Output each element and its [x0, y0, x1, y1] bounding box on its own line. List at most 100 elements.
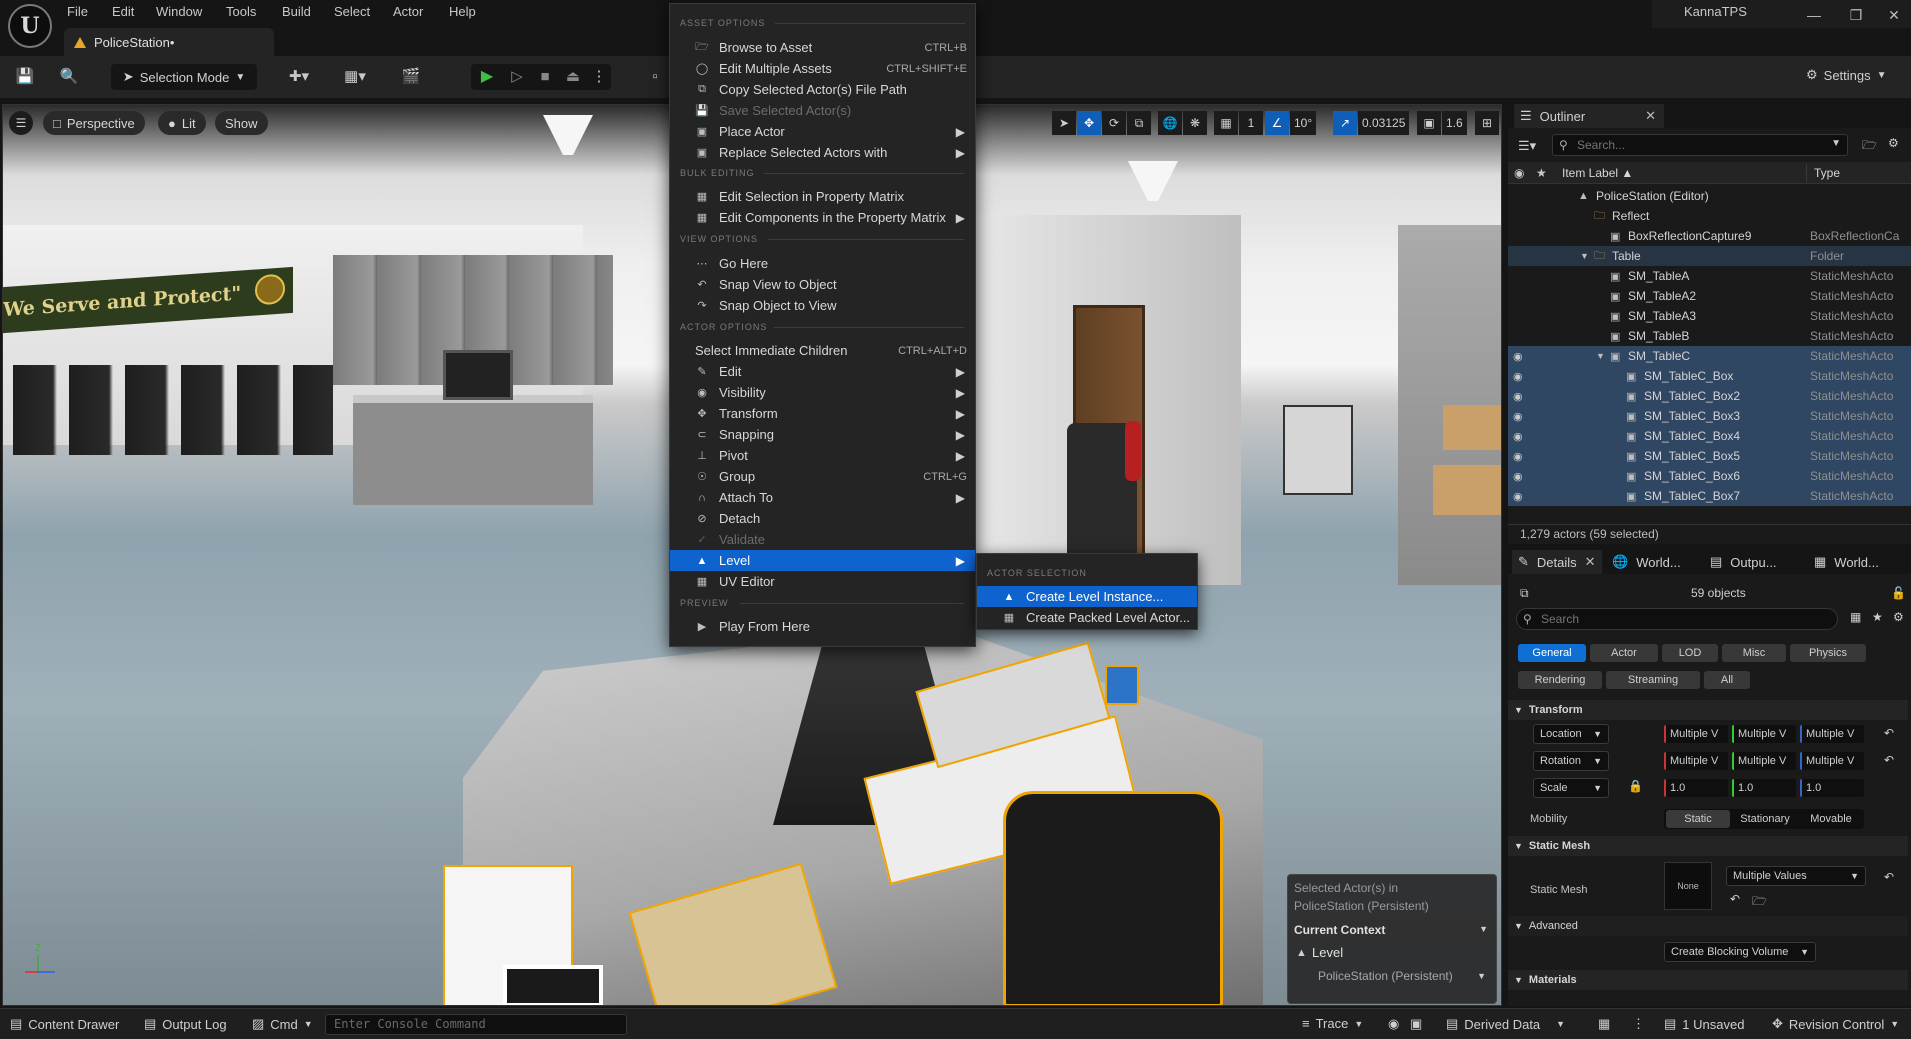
eye-icon[interactable]: ◉	[1513, 410, 1523, 423]
save-icon[interactable]: 💾	[14, 67, 36, 87]
rotation-dropdown[interactable]: Rotation ▼	[1533, 751, 1609, 771]
level-tab[interactable]: PoliceStation•	[64, 28, 274, 56]
replace-actors-item[interactable]: ▣ Replace Selected Actors with ▶	[670, 142, 975, 163]
mobility-stationary[interactable]: Stationary	[1732, 810, 1798, 828]
detach-item[interactable]: ⊘ Detach	[670, 508, 975, 529]
source-control-icon[interactable]: ▦	[1598, 1016, 1610, 1032]
eye-icon[interactable]: ◉	[1513, 370, 1523, 383]
location-dropdown[interactable]: Location ▼	[1533, 724, 1609, 744]
content-drawer-button[interactable]: ▤ Content Drawer	[10, 1016, 119, 1032]
outliner-row[interactable]: ◉ ▼ ▣ SM_TableC StaticMeshActo	[1508, 346, 1911, 366]
tab-outliner[interactable]: ☰ Outliner ✕	[1514, 104, 1664, 128]
expand-arrow-icon[interactable]: ▼	[1596, 351, 1605, 361]
current-level-dropdown[interactable]: PoliceStation (Persistent)	[1318, 969, 1453, 983]
transform-submenu-item[interactable]: ✥ Transform ▶	[670, 403, 975, 424]
static-mesh-thumbnail[interactable]: None	[1664, 862, 1712, 910]
category-misc[interactable]: Misc	[1722, 644, 1786, 662]
property-matrix-icon[interactable]: ▦	[1850, 610, 1861, 624]
category-lod[interactable]: LOD	[1662, 644, 1718, 662]
unreal-logo-icon[interactable]: U	[8, 4, 52, 48]
play-from-here-item[interactable]: ▶ Play From Here	[670, 616, 975, 637]
outliner-row[interactable]: ◉ ▣ SM_TableC_Box2 StaticMeshActo	[1508, 386, 1911, 406]
reset-icon[interactable]: ↶	[1884, 726, 1894, 740]
close-icon[interactable]: ✕	[1645, 108, 1656, 124]
add-actor-icon[interactable]: ✚▾	[288, 67, 310, 87]
outliner-search-field[interactable]: ⚲ ▼	[1552, 134, 1848, 156]
location-y[interactable]: Multiple V	[1732, 725, 1796, 743]
eye-icon[interactable]: ◉	[1513, 350, 1523, 363]
outliner-search-input[interactable]	[1577, 137, 1817, 153]
menu-actor[interactable]: Actor	[393, 4, 423, 19]
outliner-row[interactable]: ◉ ▣ SM_TableC_Box6 StaticMeshActo	[1508, 466, 1911, 486]
category-actor[interactable]: Actor	[1590, 644, 1658, 662]
outliner-row[interactable]: ▣ SM_TableA2 StaticMeshActo	[1508, 286, 1911, 306]
scale-z[interactable]: 1.0	[1800, 779, 1864, 797]
rotation-snap-value[interactable]: 10°	[1290, 111, 1317, 135]
outliner-row[interactable]: ◉ ▣ SM_TableC_Box5 StaticMeshActo	[1508, 446, 1911, 466]
outliner-row[interactable]: 🗀 Reflect	[1508, 206, 1911, 226]
minimize-icon[interactable]: —	[1796, 2, 1832, 28]
eye-icon[interactable]: ◉	[1513, 470, 1523, 483]
static-mesh-section-header[interactable]: ▼ Static Mesh	[1514, 840, 1590, 852]
translate-icon[interactable]: ✥	[1077, 111, 1101, 135]
use-selected-icon[interactable]: ↶	[1730, 892, 1740, 906]
menu-select[interactable]: Select	[334, 4, 370, 19]
reset-icon[interactable]: ↶	[1884, 753, 1894, 767]
star-icon[interactable]: ★	[1872, 610, 1883, 624]
scale-snap-icon[interactable]: ↗	[1333, 111, 1357, 135]
eye-icon[interactable]: ◉	[1514, 166, 1524, 180]
chevron-down-icon[interactable]: ▼	[1479, 924, 1488, 934]
outliner-row[interactable]: ▣ SM_TableA StaticMeshActo	[1508, 266, 1911, 286]
step-icon[interactable]: ▷	[506, 67, 528, 87]
materials-section-header[interactable]: ▼ Materials	[1514, 974, 1577, 986]
blueprint-icon[interactable]: ▦▾	[344, 67, 366, 87]
more-options-icon[interactable]: ⋮	[1632, 1016, 1645, 1032]
place-actor-item[interactable]: ▣ Place Actor ▶	[670, 121, 975, 142]
stop-icon[interactable]: ■	[534, 67, 556, 87]
eye-icon[interactable]: ◉	[1513, 490, 1523, 503]
tab-world-settings[interactable]: 🌐 World...	[1612, 550, 1700, 574]
outliner-row[interactable]: ▲ PoliceStation (Editor)	[1508, 186, 1911, 206]
column-type[interactable]: Type	[1814, 166, 1840, 180]
hamburger-menu-icon[interactable]: ☰	[9, 111, 33, 135]
gear-icon[interactable]: ⚙	[1893, 610, 1904, 624]
static-mesh-picker[interactable]: Multiple Values ▼	[1726, 866, 1866, 886]
scale-y[interactable]: 1.0	[1732, 779, 1796, 797]
location-x[interactable]: Multiple V	[1664, 725, 1728, 743]
spotlight-icon[interactable]	[543, 115, 593, 155]
browse-icon[interactable]: 🔍	[58, 67, 80, 87]
create-packed-level-actor-item[interactable]: ▦ Create Packed Level Actor...	[977, 607, 1197, 628]
camera-speed-value[interactable]: 1.6	[1442, 111, 1467, 135]
edit-property-matrix-item[interactable]: ▦ Edit Selection in Property Matrix	[670, 186, 975, 207]
category-general[interactable]: General	[1518, 644, 1586, 662]
transform-section-header[interactable]: ▼ Transform	[1514, 704, 1583, 716]
details-search-input[interactable]	[1541, 611, 1821, 627]
eye-icon[interactable]: ◉	[1513, 450, 1523, 463]
rotation-y[interactable]: Multiple V	[1732, 752, 1796, 770]
browse-to-asset-item[interactable]: 🗁 Browse to Asset CTRL+B	[670, 37, 975, 58]
selection-mode-dropdown[interactable]: ➤ Selection Mode ▼	[111, 64, 257, 90]
visibility-submenu-item[interactable]: ◉ Visibility ▶	[670, 382, 975, 403]
chevron-down-icon[interactable]: ▼	[1831, 138, 1841, 149]
category-physics[interactable]: Physics	[1790, 644, 1866, 662]
tab-output[interactable]: ▤ Outpu...	[1710, 550, 1798, 574]
mobility-movable[interactable]: Movable	[1800, 810, 1862, 828]
grid-snap-icon[interactable]: ▦	[1214, 111, 1238, 135]
menu-build[interactable]: Build	[282, 4, 311, 19]
revision-control-button[interactable]: ✥ Revision Control ▼	[1772, 1016, 1899, 1032]
close-icon[interactable]: ✕	[1876, 2, 1911, 28]
outliner-row[interactable]: ▣ SM_TableB StaticMeshActo	[1508, 326, 1911, 346]
more-options-icon[interactable]: ⋮	[588, 67, 610, 87]
screenshot-icon[interactable]: ▣	[1410, 1016, 1422, 1032]
maximize-icon[interactable]: ❐	[1838, 2, 1874, 28]
uv-editor-item[interactable]: ▦ UV Editor	[670, 571, 975, 592]
menu-tools[interactable]: Tools	[226, 4, 256, 19]
lit-button[interactable]: ● Lit	[158, 111, 206, 135]
gear-icon[interactable]: ⚙	[1888, 136, 1899, 150]
surface-snap-icon[interactable]: ❋	[1183, 111, 1207, 135]
settings-button[interactable]: ⚙ Settings ▼	[1806, 67, 1887, 83]
details-search-field[interactable]: ⚲	[1516, 608, 1838, 630]
expand-arrow-icon[interactable]: ▼	[1580, 251, 1589, 261]
go-here-item[interactable]: ⋯ Go Here	[670, 253, 975, 274]
advanced-section-header[interactable]: ▼ Advanced	[1514, 920, 1578, 932]
